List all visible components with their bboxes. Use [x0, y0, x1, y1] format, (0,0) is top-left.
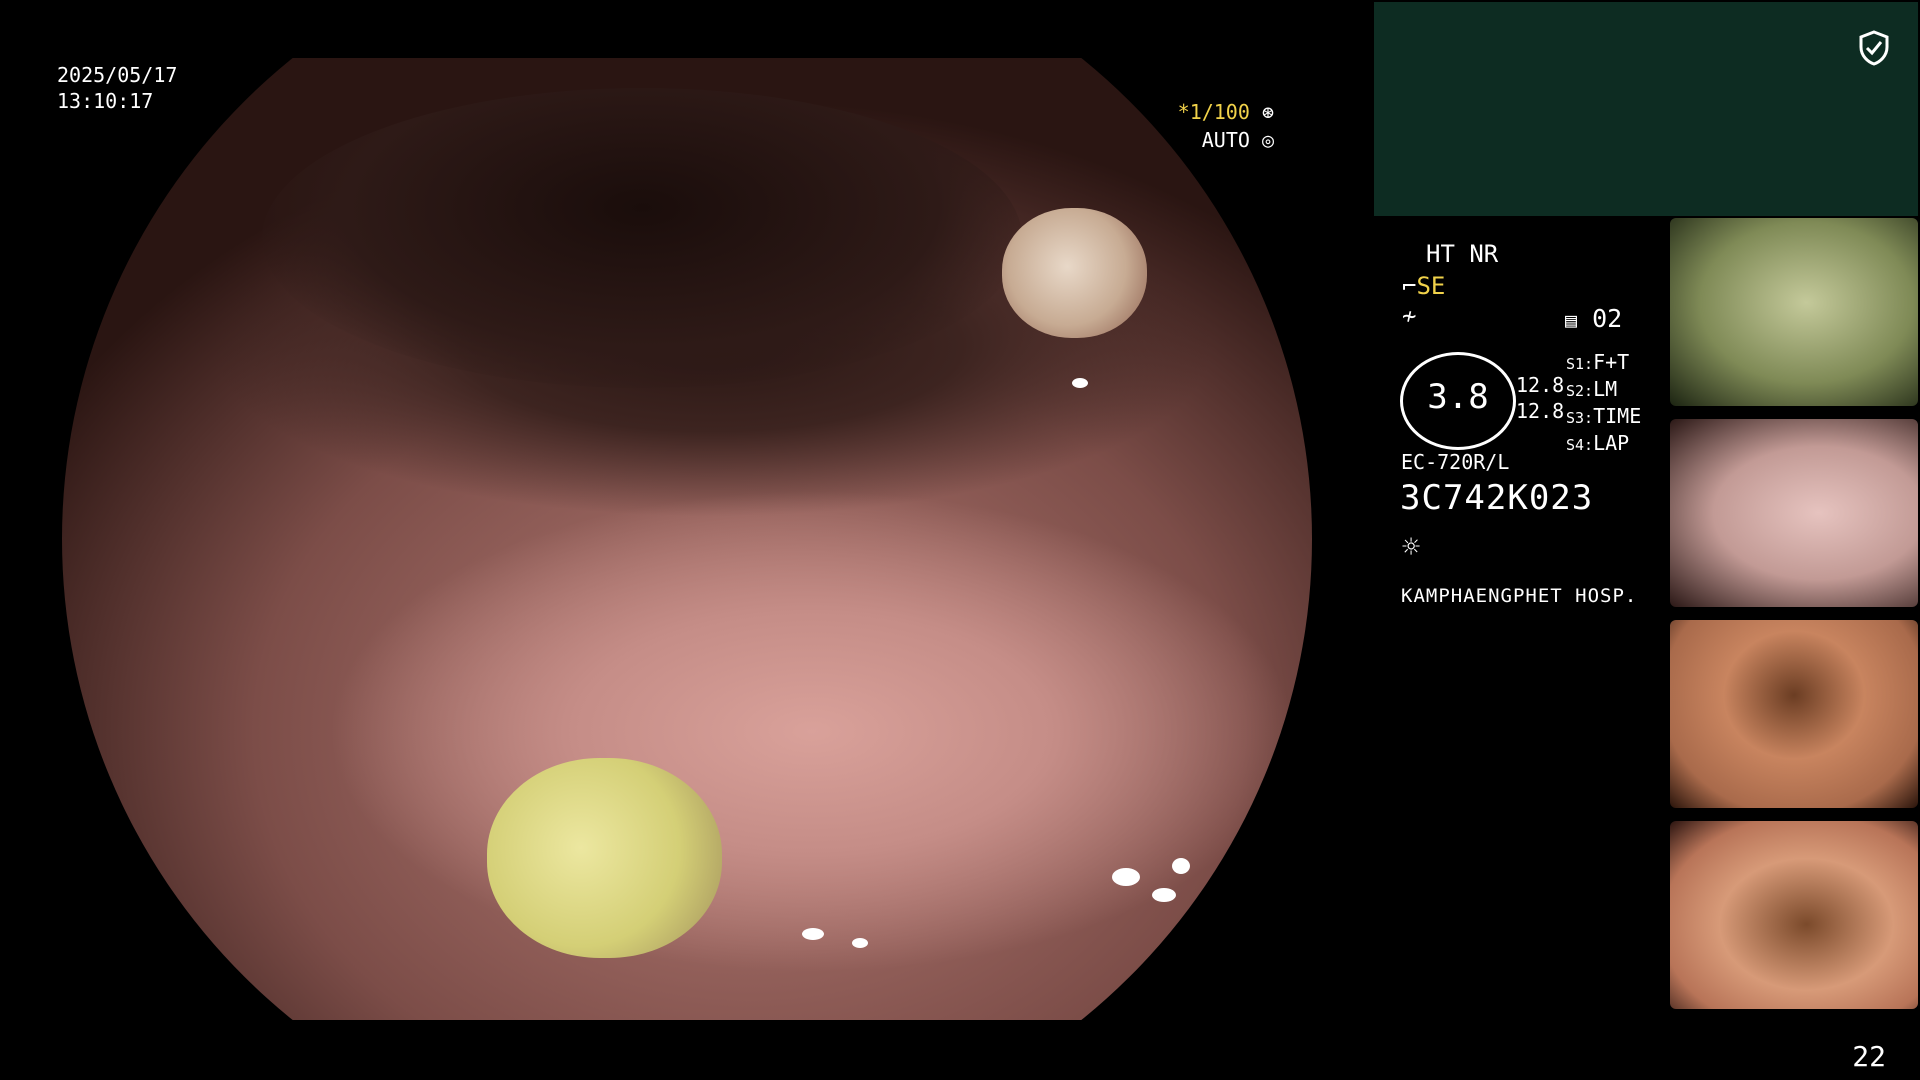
aperture-icon: ⊛: [1261, 100, 1274, 124]
slot-item: S4:LAP: [1566, 431, 1630, 455]
timestamp: 2025/05/17 13:10:17: [57, 62, 177, 114]
endoscope-view: [62, 58, 1312, 1020]
thumbnail[interactable]: [1670, 419, 1918, 607]
polyp-upper: [1002, 208, 1147, 338]
light-icon: ☼: [1402, 530, 1421, 565]
light-reflection: [1112, 868, 1140, 886]
no-signal-icon: ≁: [1402, 302, 1417, 330]
hospital-name: KAMPHAENGPHET HOSP.: [1401, 585, 1638, 607]
side-values: 12.8 12.8: [1516, 372, 1564, 424]
iris-icon: ◎: [1261, 128, 1274, 152]
light-reflection: [852, 938, 868, 948]
memory-icon: ▤: [1565, 308, 1578, 332]
thumbnail[interactable]: [1670, 620, 1918, 808]
light-reflection: [1152, 888, 1176, 902]
iris-mode: AUTO: [1201, 128, 1250, 152]
scope-model: EC-720R/L: [1401, 450, 1510, 474]
processor-info: HT NR ⌐SE ≁: [1402, 240, 1498, 330]
thumbnail-strip: [1670, 218, 1918, 1022]
meter-gauge: 3.8: [1400, 352, 1516, 450]
record-count: 02: [1592, 304, 1623, 333]
meter-value: 3.8: [1427, 377, 1489, 417]
record-counter: ▤ 02: [1565, 304, 1622, 333]
thumbnail[interactable]: [1670, 821, 1918, 1009]
polyp-lower: [487, 758, 722, 958]
scope-serial: 3C742K023: [1400, 478, 1594, 518]
shield-check-icon: [1859, 30, 1889, 66]
exposure-info: *1/100 ⊛ AUTO ◎: [1178, 98, 1274, 154]
status-panel: [1374, 2, 1918, 216]
ht-nr-label: HT NR: [1426, 240, 1499, 268]
mucosal-fold: [262, 88, 1022, 388]
thumbnail[interactable]: [1670, 218, 1918, 406]
slot-item: S3:TIME: [1566, 404, 1642, 428]
light-reflection: [1072, 378, 1088, 388]
time-text: 13:10:17: [57, 89, 154, 113]
date-text: 2025/05/17: [57, 63, 178, 87]
scope-bend-icon: ⌐: [1402, 272, 1417, 300]
shutter-star: *: [1177, 100, 1190, 124]
page-number: 22: [1852, 1040, 1886, 1073]
side-value-2: 12.8: [1516, 399, 1565, 423]
slot-item: S2:LM: [1566, 377, 1618, 401]
side-value-1: 12.8: [1516, 373, 1565, 397]
light-reflection: [1172, 858, 1190, 874]
light-reflection: [802, 928, 824, 940]
shutter-speed: 1/100: [1189, 100, 1250, 124]
slot-list: S1:F+T S2:LM S3:TIME S4:LAP: [1566, 350, 1641, 458]
slot-item: S1:F+T: [1566, 350, 1630, 374]
se-label: SE: [1416, 272, 1446, 300]
